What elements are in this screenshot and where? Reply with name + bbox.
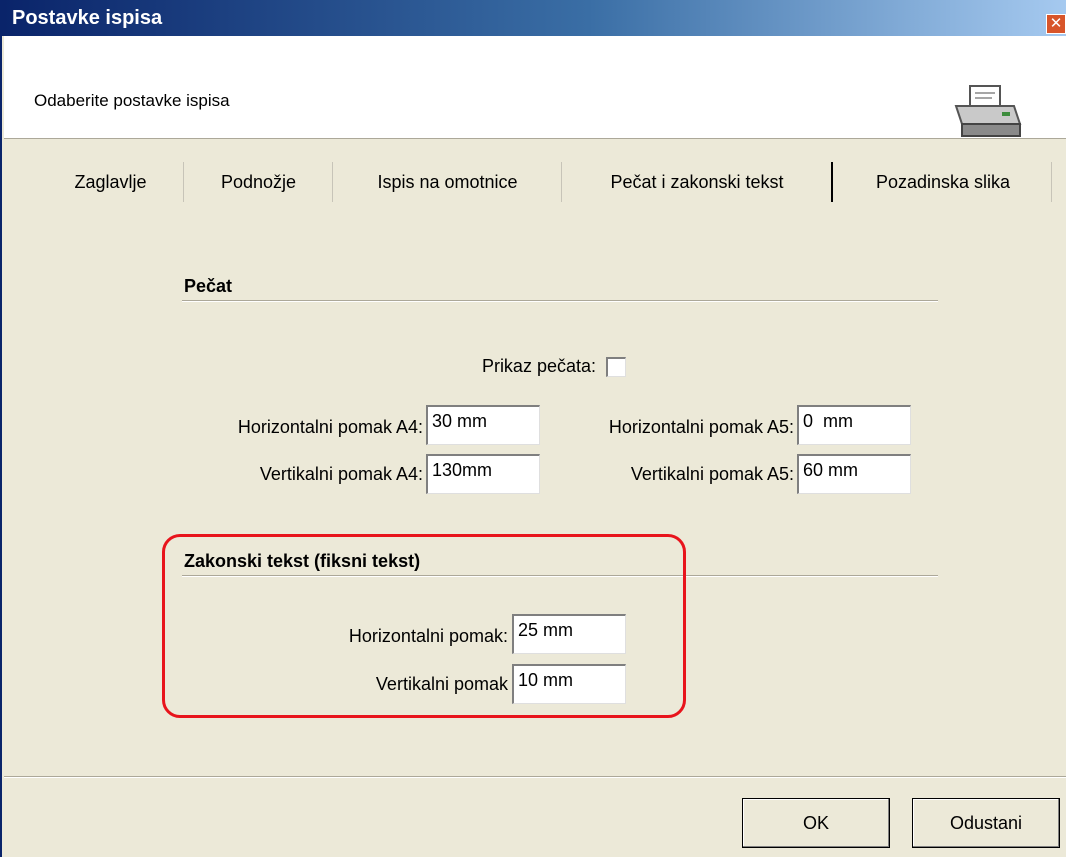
print-settings-dialog: Postavke ispisa ✕ Odaberite postavke isp…	[0, 0, 1066, 857]
close-icon[interactable]: ✕	[1046, 14, 1066, 34]
prikaz-pecata-label: Prikaz pečata:	[481, 356, 596, 376]
h-pomak-a4-label: Horizontalni pomak A4:	[237, 417, 423, 437]
title-bar[interactable]: Postavke ispisa ✕	[2, 0, 1066, 36]
v-pomak-a4-input[interactable]: 130mm	[426, 454, 540, 494]
tab-pecat-i-zakonski-tekst[interactable]: Pečat i zakonski tekst	[563, 162, 833, 202]
h-pomak-a5-input[interactable]: 0 mm	[797, 405, 911, 445]
h-pomak-a4-input[interactable]: 30 mm	[426, 405, 540, 445]
tab-podnozje[interactable]: Podnožje	[185, 162, 333, 202]
h-pomak-a5-label: Horizontalni pomak A5:	[608, 417, 794, 437]
footer-divider	[4, 776, 1066, 778]
dialog-header: Odaberite postavke ispisa	[4, 36, 1066, 139]
tab-strip: Zaglavlje Podnožje Ispis na omotnice Peč…	[38, 162, 1066, 202]
cancel-button[interactable]: Odustani	[912, 798, 1060, 848]
v-pomak-a4-label: Vertikalni pomak A4:	[259, 464, 423, 484]
tab-pozadinska-slika[interactable]: Pozadinska slika	[835, 162, 1052, 202]
prikaz-pecata-checkbox[interactable]	[606, 357, 626, 377]
printer-icon	[954, 85, 1022, 137]
header-subtitle: Odaberite postavke ispisa	[34, 91, 230, 110]
window-title: Postavke ispisa	[12, 7, 163, 29]
tab-zaglavlje[interactable]: Zaglavlje	[38, 162, 184, 202]
v-pomak-a5-input[interactable]: 60 mm	[797, 454, 911, 494]
pecat-divider	[182, 300, 938, 302]
tab-ispis-na-omotnice[interactable]: Ispis na omotnice	[334, 162, 562, 202]
pecat-section-title: Pečat	[184, 276, 233, 296]
v-pomak-a5-label: Vertikalni pomak A5:	[630, 464, 794, 484]
highlight-annotation	[162, 534, 686, 718]
ok-button[interactable]: OK	[742, 798, 890, 848]
